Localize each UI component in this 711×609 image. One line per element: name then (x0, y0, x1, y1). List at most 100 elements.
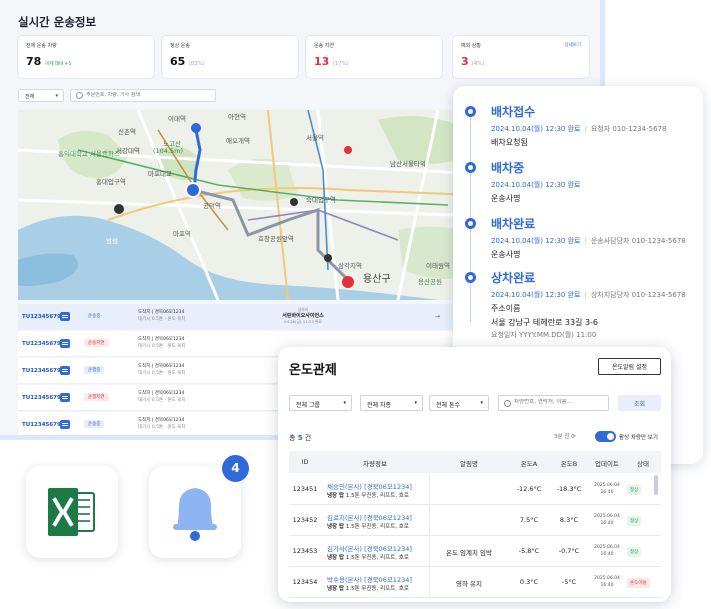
vehicle-name[interactable]: 김가사(본사) [경북06모1234] (327, 543, 412, 553)
trip-destination: 도착지 | 경북06모1234 대기시 0.5톤 · 원도 육지 (138, 418, 186, 430)
document-icon[interactable] (60, 393, 70, 402)
toggle-label: 활성 차량만 보기 (619, 435, 658, 441)
refresh-icon[interactable]: ⟳ (571, 434, 576, 440)
stat-card-delay: 운송 지연 13 (17%) (306, 36, 442, 78)
column-header: 차량정보 (363, 460, 387, 468)
table-scrollbar[interactable] (654, 475, 658, 495)
map-label: 마포역 (173, 230, 191, 238)
table-row[interactable]: 123452 김로지(본사) [경북06모1234] 냉장 탑 1.5톤 무진동… (289, 505, 661, 536)
status-badge: 정상 (627, 485, 642, 495)
timeline-dot (465, 106, 476, 117)
update-time: 2025.06.04 16:40 (594, 576, 620, 588)
vehicle-spec: 냉장 탑 1.5톤 무진동, 리프트, 호로 (327, 555, 409, 561)
document-icon[interactable] (60, 366, 70, 375)
stat-value: 65 (83%) (170, 55, 205, 68)
stat-value: 3 (4%) (461, 55, 485, 68)
status-badge: 운행중 (84, 366, 105, 374)
timeline-dot (465, 162, 476, 173)
divider (429, 474, 430, 504)
detail-link[interactable]: 상세보기 (564, 42, 581, 48)
map-label: 용산구 (363, 274, 391, 285)
caret-down-icon: ▾ (55, 93, 58, 99)
search-icon (76, 92, 83, 99)
vehicle-spec: 냉장 탑 1.5톤 무진동, 리프트, 호로 (327, 493, 409, 499)
timeline-desc: 주소이름 (491, 304, 521, 313)
timeline-dot (465, 218, 476, 229)
vehicle-spec: 냉장 탑 1.5톤 무진동, 리프트, 호로 (327, 524, 409, 530)
vehicle-name[interactable]: 박수용(본사) [경북06모1234] (327, 574, 412, 584)
active-vehicle-toggle[interactable] (595, 431, 616, 442)
stat-label: 예외 상황 (461, 43, 481, 49)
trip-id[interactable]: TU12345679 (22, 314, 61, 320)
row-id: 123453 (292, 547, 318, 555)
temp-search-input[interactable] (514, 399, 606, 405)
total-count: 총 5 건 (289, 434, 312, 442)
group-select[interactable]: 전체 그룹 ▾ (289, 395, 352, 411)
trip-id[interactable]: TU12345679 (22, 422, 61, 428)
trip-id[interactable]: TU12345679 (22, 395, 61, 401)
column-header: 온도B (560, 460, 578, 468)
timeline-meta: 2024.10.04(월) 12:30 완료 | 요청자 010-1234-5678 (491, 125, 667, 133)
temp-a: -12.6°C (516, 485, 542, 493)
status-badge: 운송지연 (84, 339, 109, 347)
search-input[interactable] (86, 92, 211, 98)
document-icon[interactable] (60, 420, 70, 429)
table-row[interactable]: 123454 박수용(본사) [경북06모1234] 냉장 탑 1.5톤 무진동… (289, 567, 661, 598)
timeline-desc: 운송사명 (491, 194, 521, 203)
document-icon[interactable] (60, 312, 70, 321)
map-label: 홍익대학교 서울캠퍼스 (58, 150, 120, 158)
vehicle-name[interactable]: 김로지(본사) [경북06모1234] (327, 512, 412, 522)
vehicle-name[interactable]: 채승민(본사) [경북06모1234] (327, 481, 412, 491)
arrow-right-icon[interactable]: → (435, 313, 440, 320)
column-header: 업데이트 (595, 460, 619, 468)
row-id: 123451 (292, 485, 318, 493)
temperature-control-panel: 온도관제 온도알림 설정 전체 그룹▾ 전체 차종▾ 전체 톤수▾ 조회 총 5… (278, 347, 671, 602)
temp-a: -5.8°C (518, 547, 540, 555)
map-label: 삼각지역 (338, 262, 362, 270)
alert-name: 온도 임계치 임박 (446, 549, 492, 557)
temp-alert-setting-button[interactable]: 온도알림 설정 (598, 358, 661, 375)
search-box[interactable] (70, 89, 216, 102)
map-label: 밤섬 (106, 237, 118, 245)
timeline-title: 상차완료 (491, 271, 536, 285)
excel-tile[interactable] (26, 466, 118, 558)
trip-id[interactable]: TU12345679 (22, 368, 61, 374)
stat-value: 13 (17%) (314, 55, 349, 68)
temp-search-box[interactable] (498, 395, 609, 411)
page-title: 실시간 운송정보 (18, 15, 97, 29)
map-label: 홍대입구역 (96, 178, 126, 186)
update-time: 2025.06.04 16:40 (594, 514, 620, 526)
timeline-desc: 배차요청됨 (491, 138, 528, 147)
excel-icon (48, 488, 95, 536)
map-label: 신촌역 (118, 128, 136, 136)
table-row[interactable]: 123453 김가사(본사) [경북06모1234] 냉장 탑 1.5톤 무진동… (289, 536, 661, 567)
search-icon (504, 400, 511, 407)
temp-b: 8.3°C (559, 516, 579, 524)
row-id: 123452 (292, 516, 318, 524)
status-select[interactable]: 전체 ▾ (18, 89, 64, 102)
document-icon[interactable] (60, 339, 70, 348)
timeline-meta: 2024.10.04(월) 12:30 완료 (491, 181, 581, 189)
status-badge: 운송중 (84, 420, 105, 428)
map-label: 공덕역 (203, 202, 221, 210)
trip-destination: 도착지 | 경북06모1234 대기시 0.5톤 · 원도 육지 (138, 310, 186, 322)
row-id: 123454 (292, 578, 318, 586)
trip-center: 상하지 서린바이오사이언스 04.26(금) 11:23 완료 (282, 307, 324, 324)
vehicle-type-select[interactable]: 전체 차종 ▾ (360, 395, 423, 411)
timeline-title: 배차중 (491, 161, 525, 175)
trip-id[interactable]: TU12345679 (22, 341, 61, 347)
stat-delta: 어제 대비 +5 (45, 62, 72, 67)
notification-count-badge: 4 (222, 455, 249, 482)
table-row[interactable]: 123451 채승민(본사) [경북06모1234] 냉장 탑 1.5톤 무진동… (289, 474, 661, 505)
update-time: 2025.06.04 16:40 (594, 483, 620, 495)
status-badge: 운행지연 (84, 393, 109, 401)
map-label: 아현역 (228, 113, 246, 121)
temp-a: 0.3°C (519, 578, 539, 586)
last-updated: 3분 전 ⟳ (554, 434, 576, 440)
temp-b: -0.7°C (558, 547, 580, 555)
timeline-title: 배차접수 (491, 105, 536, 119)
timeline-request: 요청일자 YYYY.MM.DD(월) 11:00 (491, 331, 597, 339)
tonnage-select[interactable]: 전체 톤수 ▾ (429, 395, 489, 411)
map-label: 남산서울타워 (390, 160, 426, 168)
lookup-button[interactable]: 조회 (618, 395, 661, 411)
